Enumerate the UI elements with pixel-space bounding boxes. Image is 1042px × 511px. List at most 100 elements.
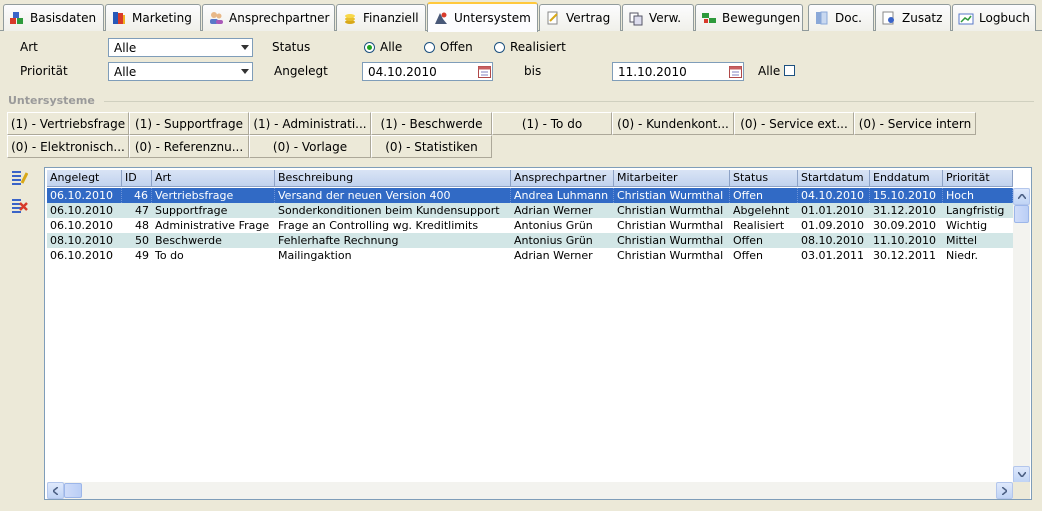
status-radio-offen[interactable]: Offen (424, 40, 473, 54)
table-row[interactable]: 06.10.2010 46 Vertriebsfrage Versand der… (47, 188, 1013, 203)
subsystem-button[interactable]: (0) - Service intern (854, 112, 976, 135)
delete-list-icon[interactable] (11, 197, 28, 214)
column-header-beschreibung[interactable]: Beschreibung (275, 170, 511, 187)
movements-icon (701, 10, 717, 26)
column-header-mitarbeiter[interactable]: Mitarbeiter (614, 170, 730, 187)
table-row[interactable]: 06.10.2010 48 Administrative Frage Frage… (47, 218, 1013, 233)
tab-ansprechpartner[interactable]: Ansprechpartner (202, 4, 335, 31)
column-header-ansprechpartner[interactable]: Ansprechpartner (511, 170, 614, 187)
prioritaet-value: Alle (114, 64, 137, 79)
radio-label: Offen (440, 40, 473, 54)
scroll-right-icon[interactable] (996, 482, 1013, 499)
cell-id: 50 (135, 234, 149, 247)
subsystem-button[interactable]: (1) - Administrati... (249, 112, 371, 135)
cell-id: 46 (122, 188, 152, 203)
cell-ansprechpartner: Adrian Werner (514, 204, 593, 217)
scroll-left-icon[interactable] (47, 482, 64, 499)
cell-beschreibung: Versand der neuen Version 400 (275, 188, 511, 203)
tab-doc[interactable]: Doc. (808, 4, 874, 31)
tab-finanziell[interactable]: Finanziell (336, 4, 426, 31)
tab-zusatz[interactable]: Zusatz (875, 4, 951, 31)
chevron-down-icon[interactable] (237, 39, 252, 56)
table-row[interactable]: 06.10.2010 49 To do Mailingaktion Adrian… (47, 248, 1013, 263)
tab-untersystem[interactable]: Untersystem (427, 2, 538, 32)
cell-enddatum: 30.09.2010 (873, 219, 936, 232)
cell-status: Offen (730, 188, 798, 203)
radio-label: Alle (380, 40, 403, 54)
cell-status: Offen (733, 249, 763, 262)
edit-list-icon[interactable] (11, 169, 29, 186)
angelegt-from-field[interactable]: 04.10.2010 (362, 62, 493, 81)
tab-basisdaten[interactable]: Basisdaten (3, 4, 104, 31)
tab-vertrag[interactable]: Vertrag (539, 4, 621, 31)
subsystem-button[interactable]: (1) - To do (492, 112, 612, 135)
prioritaet-dropdown[interactable]: Alle (108, 62, 253, 81)
calendar-icon[interactable] (475, 63, 492, 80)
table-row[interactable]: 06.10.2010 47 Supportfrage Sonderkonditi… (47, 203, 1013, 218)
cell-id: 47 (135, 204, 149, 217)
radio-button[interactable] (424, 41, 435, 53)
cell-angelegt: 06.10.2010 (50, 219, 113, 232)
column-header-id[interactable]: ID (122, 170, 152, 187)
scroll-thumb[interactable] (64, 483, 82, 498)
cell-angelegt: 06.10.2010 (47, 188, 122, 203)
contacts-icon (208, 10, 224, 26)
tab-marketing[interactable]: Marketing (105, 4, 201, 31)
status-radio-realisiert[interactable]: Realisiert (494, 40, 566, 54)
subsystem-table: Angelegt ID Art Beschreibung Ansprechpar… (44, 167, 1032, 500)
cell-startdatum: 04.10.2010 (798, 188, 870, 203)
table-row[interactable]: 08.10.2010 50 Beschwerde Fehlerhafte Rec… (47, 233, 1013, 248)
cell-mitarbeiter: Christian Wurmthal (614, 188, 730, 203)
cell-prioritaet: Mittel (946, 234, 977, 247)
column-header-angelegt[interactable]: Angelegt (47, 170, 122, 187)
subsystem-button[interactable]: (1) - Supportfrage (129, 112, 249, 135)
radio-button[interactable] (364, 41, 375, 53)
subsystem-button[interactable]: (1) - Beschwerde (371, 112, 492, 135)
alle-checkbox[interactable] (784, 65, 795, 76)
tab-label: Marketing (132, 11, 192, 25)
art-dropdown[interactable]: Alle (108, 38, 253, 57)
prioritaet-label: Priorität (20, 64, 68, 78)
date-value: 11.10.2010 (618, 64, 687, 79)
cubes-icon (9, 10, 25, 26)
art-label: Art (20, 40, 38, 54)
tab-verw[interactable]: Verw. (622, 4, 694, 31)
tab-label: Verw. (649, 11, 682, 25)
scroll-down-icon[interactable] (1013, 466, 1030, 483)
column-header-prioritaet[interactable]: Priorität (943, 170, 1013, 187)
scroll-thumb[interactable] (1014, 205, 1029, 223)
scroll-up-icon[interactable] (1013, 188, 1030, 205)
angelegt-label: Angelegt (274, 64, 328, 78)
status-label: Status (272, 40, 311, 54)
cell-startdatum: 01.09.2010 (801, 219, 864, 232)
tab-label: Doc. (835, 11, 862, 25)
tab-bewegungen[interactable]: Bewegungen (695, 4, 803, 31)
column-header-status[interactable]: Status (730, 170, 798, 187)
angelegt-to-field[interactable]: 11.10.2010 (612, 62, 744, 81)
subsystem-button[interactable]: (0) - Kundenkont... (612, 112, 734, 135)
subsystem-button[interactable]: (0) - Elektronisch... (7, 135, 129, 158)
column-header-enddatum[interactable]: Enddatum (870, 170, 943, 187)
calendar-icon[interactable] (726, 63, 743, 80)
cell-beschreibung: Frage an Controlling wg. Kreditlimits (278, 219, 479, 232)
chevron-down-icon[interactable] (237, 63, 252, 80)
column-header-startdatum[interactable]: Startdatum (798, 170, 870, 187)
subsystem-button[interactable]: (0) - Service ext... (734, 112, 854, 135)
subsystem-button[interactable]: (0) - Vorlage (249, 135, 371, 158)
horizontal-scrollbar[interactable] (47, 482, 1013, 499)
vertical-scrollbar[interactable] (1013, 188, 1030, 483)
cell-art: To do (155, 249, 184, 262)
alle-label: Alle (758, 64, 781, 78)
cell-status: Realisiert (733, 219, 785, 232)
subsystem-button[interactable]: (0) - Statistiken (371, 135, 492, 158)
subsystem-button[interactable]: (1) - Vertriebsfrage (7, 112, 129, 135)
tab-logbuch[interactable]: Logbuch (952, 4, 1036, 31)
cell-enddatum: 11.10.2010 (873, 234, 936, 247)
cell-ansprechpartner: Adrian Werner (514, 249, 593, 262)
status-radio-alle[interactable]: Alle (364, 40, 402, 54)
date-value: 04.10.2010 (368, 64, 437, 79)
radio-button[interactable] (494, 41, 505, 53)
subsystem-button[interactable]: (0) - Referenznu... (129, 135, 249, 158)
column-header-art[interactable]: Art (152, 170, 275, 187)
tab-label: Basisdaten (30, 11, 97, 25)
